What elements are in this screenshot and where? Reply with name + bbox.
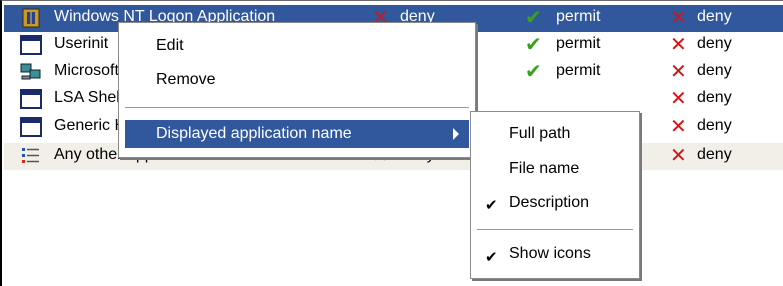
list-icon [22, 148, 39, 163]
menu-separator [125, 107, 469, 108]
rule-value: permit [556, 8, 601, 25]
deny-icon: ✕ [670, 61, 687, 83]
menu-item-label: Displayed application name [156, 125, 352, 142]
rule-value: deny [697, 8, 732, 25]
deny-icon: ✕ [670, 34, 687, 56]
deny-icon: ✕ [670, 7, 687, 29]
app-name: LSA Shell [54, 89, 124, 106]
menu-item-description[interactable]: Description [509, 194, 589, 212]
deny-icon: ✕ [670, 116, 687, 138]
rule-value: deny [697, 89, 732, 106]
window-icon [20, 35, 42, 55]
deny-icon: ✕ [670, 88, 687, 110]
menu-item-file-name[interactable]: File name [509, 160, 579, 178]
menu-separator [477, 229, 633, 230]
computer-network-icon [20, 63, 41, 80]
menu-item-show-icons[interactable]: Show icons [509, 245, 591, 263]
rule-value: deny [697, 62, 732, 79]
checkmark-icon: ✔ [485, 249, 498, 266]
menu-item-displayed-name[interactable]: Displayed application name [125, 120, 469, 148]
rule-value: deny [697, 35, 732, 52]
window-icon [20, 117, 42, 137]
permit-icon: ✔ [525, 34, 542, 56]
submenu-arrow-icon [453, 128, 459, 140]
menu-item-edit[interactable]: Edit [156, 37, 184, 55]
rule-value: permit [556, 62, 601, 79]
menu-item-remove[interactable]: Remove [156, 71, 216, 89]
rule-value: permit [556, 35, 601, 52]
checkmark-icon: ✔ [485, 197, 498, 214]
rule-value: deny [697, 117, 732, 134]
deny-icon: ✕ [670, 145, 687, 167]
permit-icon: ✔ [525, 61, 542, 83]
permit-icon: ✔ [525, 7, 542, 29]
logon-app-icon [22, 8, 40, 28]
menu-item-full-path[interactable]: Full path [509, 125, 570, 143]
window-icon [20, 89, 42, 109]
app-name: Userinit [54, 35, 109, 52]
submenu: Full path File name ✔ Description ✔ Show… [470, 111, 640, 279]
context-menu: Edit Remove Displayed application name [118, 22, 476, 158]
rule-value: deny [697, 146, 732, 163]
